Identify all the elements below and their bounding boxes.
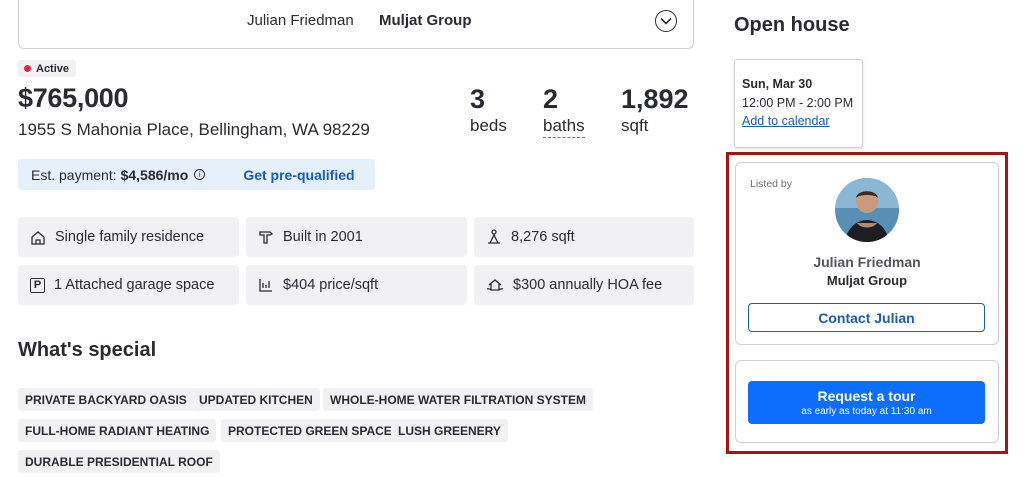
fact-text: Built in 2001	[283, 229, 363, 245]
special-tag: LUSH GREENERY	[391, 419, 508, 442]
parking-icon: P	[30, 277, 45, 293]
special-tag: DURABLE PRESIDENTIAL ROOF	[18, 450, 220, 473]
listing-address: 1955 S Mahonia Place, Bellingham, WA 982…	[18, 120, 370, 139]
open-house-card: Sun, Mar 30 12:00 PM - 2:00 PM Add to ca…	[734, 59, 863, 148]
beds-label: beds	[470, 116, 507, 135]
whats-special-heading: What's special	[18, 339, 157, 361]
payment-label: Est. payment:	[31, 166, 117, 183]
sqft-value: 1,892	[621, 84, 689, 114]
fact-hoa: $300 annually HOA fee	[474, 265, 694, 305]
get-prequalified-link[interactable]: Get pre-qualified	[243, 167, 354, 183]
price-per-sqft-icon	[259, 279, 272, 292]
baths-stat[interactable]: 2 baths	[543, 84, 585, 138]
chevron-down-icon[interactable]	[655, 10, 677, 32]
hammer-icon	[259, 231, 274, 244]
hoa-icon	[486, 279, 504, 291]
request-tour-button[interactable]: Request a tour as early as today at 11:3…	[748, 381, 985, 424]
baths-label[interactable]: baths	[543, 116, 585, 138]
fact-text: 8,276 sqft	[511, 229, 575, 245]
request-tour-subtext: as early as today at 11:30 am	[801, 406, 932, 417]
fact-text: Single family residence	[55, 229, 205, 245]
fact-text: 1 Attached garage space	[54, 277, 215, 293]
payment-amount: $4,586/mo	[120, 166, 189, 183]
listing-agent-name: Julian Friedman	[813, 254, 921, 270]
fact-parking: P 1 Attached garage space	[18, 265, 239, 305]
info-icon[interactable]: i	[194, 169, 206, 180]
fact-year-built: Built in 2001	[246, 217, 467, 257]
baths-value: 2	[543, 84, 559, 114]
listed-by-card: Listed by Julian Friedman Muljat Group C…	[735, 162, 999, 345]
estimated-payment-banner: Est. payment: $4,586/mo i Get pre-qualif…	[18, 159, 375, 190]
listed-by-label: Listed by	[750, 178, 793, 190]
status-dot-icon	[24, 65, 31, 72]
contact-agent-button[interactable]: Contact Julian	[748, 303, 985, 332]
fact-price-per-sqft: $404 price/sqft	[246, 265, 467, 305]
listing-price: $765,000	[18, 83, 129, 113]
beds-stat: 3 beds	[470, 84, 507, 136]
fact-text: $404 price/sqft	[283, 277, 379, 293]
special-tag: PROTECTED GREEN SPACE	[221, 419, 399, 442]
open-house-date: Sun, Mar 30	[742, 77, 813, 91]
agent-company: Muljat Group	[379, 12, 472, 29]
open-house-time: 12:00 PM - 2:00 PM	[742, 96, 854, 110]
special-tag: PRIVATE BACKYARD OASIS	[18, 388, 194, 411]
add-to-calendar-link[interactable]: Add to calendar	[742, 114, 862, 128]
lot-size-icon	[488, 229, 500, 244]
sqft-stat: 1,892 sqft	[621, 84, 689, 136]
special-tag: FULL-HOME RADIANT HEATING	[18, 419, 217, 442]
request-tour-label: Request a tour	[817, 388, 916, 404]
fact-home-type: Single family residence	[18, 217, 239, 257]
beds-value: 3	[470, 84, 486, 114]
fact-text: $300 annually HOA fee	[513, 277, 663, 293]
avatar	[835, 178, 899, 242]
special-tag: UPDATED KITCHEN	[192, 388, 320, 411]
fact-lot-size: 8,276 sqft	[474, 217, 694, 257]
special-tag: WHOLE-HOME WATER FILTRATION SYSTEM	[323, 388, 593, 411]
agent-name: Julian Friedman	[247, 12, 354, 29]
status-label: Active	[36, 62, 70, 75]
agent-header-bar[interactable]: Julian Friedman Muljat Group	[18, 0, 694, 49]
tour-card: Request a tour as early as today at 11:3…	[735, 360, 999, 443]
open-house-heading: Open house	[734, 14, 850, 36]
sqft-label: sqft	[621, 116, 649, 135]
status-badge: Active	[18, 60, 77, 77]
listing-agent-company: Muljat Group	[826, 273, 908, 288]
house-icon	[31, 231, 45, 245]
